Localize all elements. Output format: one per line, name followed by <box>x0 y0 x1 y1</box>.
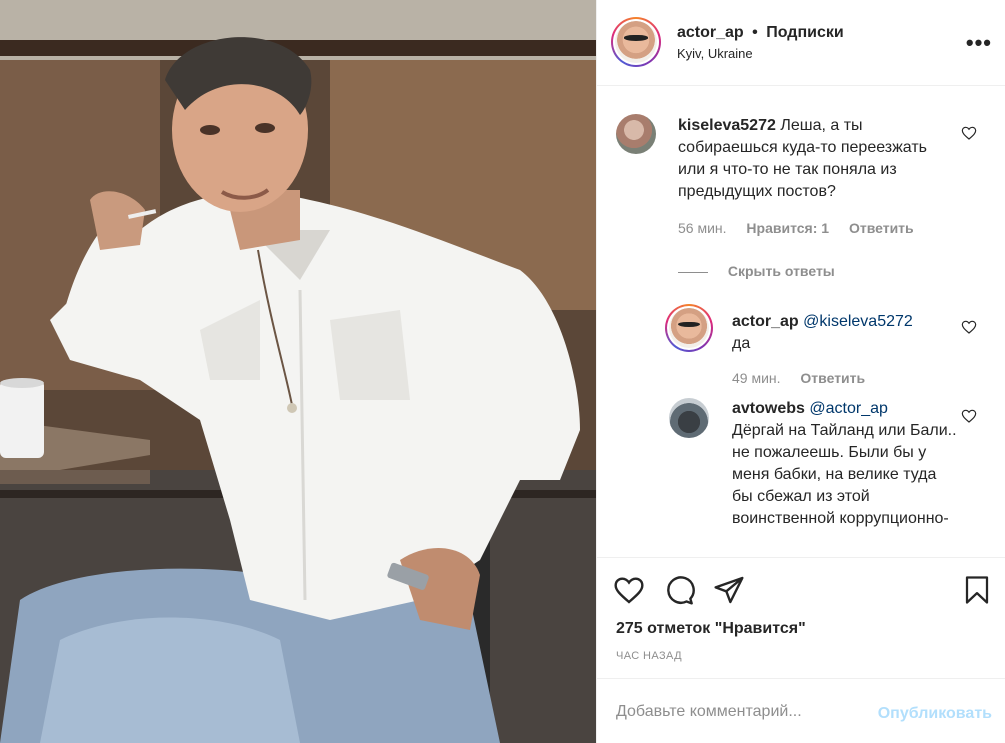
header-separator: • <box>752 24 758 41</box>
add-comment-bar: Опубликовать <box>597 678 1005 743</box>
comment-icon[interactable] <box>663 574 695 606</box>
reply-author-avatar[interactable] <box>665 304 713 352</box>
hide-replies-label: Скрыть ответы <box>727 263 835 279</box>
post-timestamp[interactable]: ЧАС НАЗАД <box>616 650 682 662</box>
post-photo[interactable] <box>0 0 596 743</box>
author-username[interactable]: actor_ap <box>677 24 744 41</box>
reply-text: да <box>732 335 751 352</box>
author-avatar[interactable] <box>611 17 661 67</box>
author-line: actor_ap • Подписки <box>677 24 844 42</box>
reply-author-avatar[interactable] <box>669 398 709 438</box>
comment-body: kiseleva5272 Леша, а ты собираешься куда… <box>678 115 958 203</box>
reply-username[interactable]: actor_ap <box>732 313 799 330</box>
reply-like-heart-icon[interactable] <box>961 319 977 335</box>
likes-count[interactable]: 275 отметок "Нравится" <box>616 620 806 638</box>
post-details-panel: actor_ap • Подписки Kyiv, Ukraine ••• ki… <box>596 0 1005 743</box>
comments-list[interactable]: kiseleva5272 Леша, а ты собираешься куда… <box>597 87 1005 557</box>
reply-reply-button[interactable]: Ответить <box>800 370 865 386</box>
bookmark-icon[interactable] <box>962 574 992 606</box>
comment-like-heart-icon[interactable] <box>961 125 977 141</box>
replies-line <box>678 271 708 273</box>
reply-time[interactable]: 49 мин. <box>732 370 781 386</box>
reply-button[interactable]: Ответить <box>849 220 914 236</box>
share-icon[interactable] <box>713 574 745 606</box>
more-horizontal-icon[interactable]: ••• <box>966 30 992 56</box>
comment-username[interactable]: kiseleva5272 <box>678 117 776 134</box>
commenter-avatar[interactable] <box>616 114 656 154</box>
publish-button[interactable]: Опубликовать <box>878 705 992 723</box>
comment-input[interactable] <box>616 703 876 721</box>
man-in-white-shirt-photo <box>0 0 596 743</box>
hide-replies-button[interactable]: Скрыть ответы <box>678 263 835 279</box>
reply-like-heart-icon[interactable] <box>961 408 977 424</box>
comment-time[interactable]: 56 мин. <box>678 220 727 236</box>
reply-body: avtowebs @actor_ap Дёргай на Тайланд или… <box>732 398 957 530</box>
following-button[interactable]: Подписки <box>766 24 843 41</box>
reply-mention[interactable]: @actor_ap <box>809 400 888 417</box>
heart-icon[interactable] <box>613 574 645 606</box>
reply-meta: 49 мин. Ответить <box>732 370 865 386</box>
post-header: actor_ap • Подписки Kyiv, Ukraine ••• <box>597 0 1005 86</box>
reply-mention[interactable]: @kiseleva5272 <box>803 313 913 330</box>
post-location[interactable]: Kyiv, Ukraine <box>677 46 753 61</box>
reply-body: actor_ap @kiseleva5272 да <box>732 311 957 355</box>
reply-text: Дёргай на Тайланд или Бали.. не пожалееш… <box>732 422 957 527</box>
reply-username[interactable]: avtowebs <box>732 400 805 417</box>
comment-meta: 56 мин. Нравится: 1 Ответить <box>678 220 914 236</box>
comment-likes[interactable]: Нравится: 1 <box>746 220 829 236</box>
